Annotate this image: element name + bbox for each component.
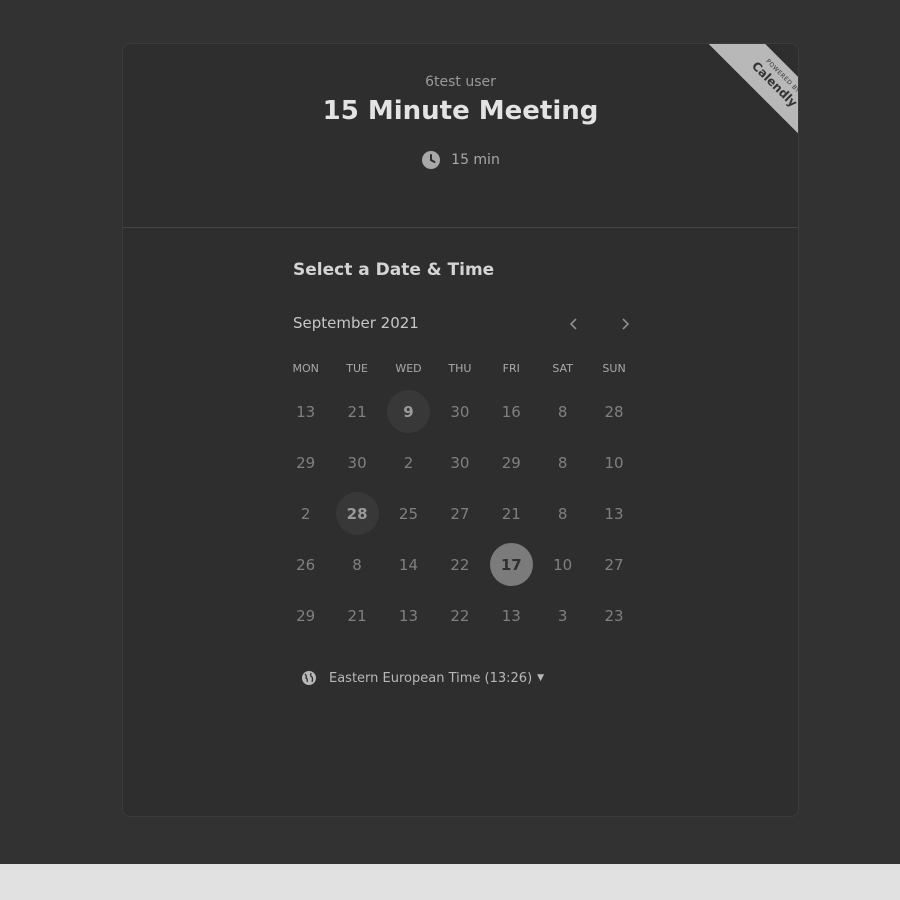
chevron-left-icon: [569, 318, 577, 330]
day-cell: 14: [383, 539, 434, 590]
day-cell: 21: [486, 488, 537, 539]
day-number: 28: [604, 402, 624, 421]
event-owner: 6test user: [425, 74, 496, 90]
event-title: 15 Minute Meeting: [322, 96, 599, 126]
prev-month-button[interactable]: [562, 312, 586, 336]
caret-down-icon: ▼: [537, 673, 545, 683]
day-number: 8: [557, 504, 568, 523]
day-number: 8: [557, 453, 568, 472]
weekday-label: WED: [395, 362, 422, 375]
event-header: 6test user 15 Minute Meeting 15 min: [123, 44, 798, 227]
weekday-label: SUN: [602, 362, 626, 375]
day-number: 13: [501, 606, 521, 625]
day-cell: 29: [280, 590, 331, 641]
day-cell: 8: [537, 488, 588, 539]
scheduling-card: POWERED BY Calendly 6test user 15 Minute…: [122, 43, 799, 817]
day-cell-available[interactable]: 28: [331, 488, 382, 539]
day-number: 2: [403, 453, 414, 472]
day-number: 27: [450, 504, 470, 523]
duration-label: 15 min: [451, 152, 500, 168]
day-cell: 13: [486, 590, 537, 641]
day-number: 22: [450, 555, 470, 574]
chevron-right-icon: [622, 318, 630, 330]
day-cell: 13: [383, 590, 434, 641]
timezone-selector[interactable]: Eastern European Time (13:26) ▼: [301, 670, 544, 686]
day-cell: 8: [537, 437, 588, 488]
day-cell: 16: [486, 386, 537, 437]
day-number: 26: [296, 555, 316, 574]
timezone-label: Eastern European Time (13:26): [329, 670, 533, 686]
day-number: 30: [450, 402, 470, 421]
calendar-grid: 13 21 9 30 16 8 28 29 30 2 30 29 8 10 2 28 25 27 21 8 13 26 8 1…: [280, 386, 640, 641]
day-cell: 2: [280, 488, 331, 539]
day-cell: 22: [434, 539, 485, 590]
section-title: Select a Date & Time: [293, 260, 495, 280]
day-cell-available[interactable]: 9: [383, 386, 434, 437]
event-duration: 15 min: [123, 150, 798, 170]
weekday-label: FRI: [502, 362, 520, 375]
day-cell: 30: [434, 386, 485, 437]
day-number: 22: [450, 606, 470, 625]
globe-icon: [302, 671, 316, 685]
day-number: 25: [398, 504, 419, 523]
day-cell: 8: [537, 386, 588, 437]
day-number: 27: [604, 555, 624, 574]
day-cell: 21: [331, 590, 382, 641]
day-number: 9: [386, 390, 430, 433]
day-cell: 13: [280, 386, 331, 437]
day-number: 13: [398, 606, 419, 625]
day-cell: 30: [434, 437, 485, 488]
day-number: 29: [296, 453, 316, 472]
day-number: 8: [352, 555, 362, 574]
day-cell: 25: [383, 488, 434, 539]
day-number: 21: [347, 402, 367, 421]
day-cell-selected[interactable]: 17: [486, 539, 537, 590]
next-month-button[interactable]: [613, 312, 637, 336]
day-cell: 3: [537, 590, 588, 641]
day-cell: 8: [331, 539, 382, 590]
day-number: 17: [489, 543, 533, 586]
day-number: 21: [347, 606, 367, 625]
day-number: 13: [296, 402, 316, 421]
day-cell: 2: [383, 437, 434, 488]
day-cell: 21: [331, 386, 382, 437]
weekday-header: MON TUE WED THU FRI SAT SUN: [280, 362, 640, 375]
month-label: September 2021: [293, 314, 419, 332]
day-number: 13: [604, 504, 624, 523]
day-cell: 27: [588, 539, 639, 590]
day-number: 28: [335, 492, 379, 535]
weekday-label: TUE: [346, 362, 368, 375]
day-number: 2: [300, 504, 311, 523]
header-divider: [123, 227, 798, 228]
day-cell: 27: [434, 488, 485, 539]
day-number: 16: [501, 402, 521, 421]
clock-icon: [422, 151, 441, 169]
day-cell: 29: [486, 437, 537, 488]
day-number: 14: [398, 555, 419, 574]
day-number: 29: [296, 606, 316, 625]
day-number: 3: [557, 606, 568, 625]
day-cell: 13: [588, 488, 639, 539]
day-cell: 30: [331, 437, 382, 488]
day-cell: 10: [588, 437, 639, 488]
day-number: 10: [553, 555, 573, 574]
day-cell: 22: [434, 590, 485, 641]
day-number: 29: [501, 453, 521, 472]
day-cell: 26: [280, 539, 331, 590]
day-number: 10: [604, 453, 624, 472]
day-cell: 23: [588, 590, 639, 641]
day-cell: 10: [537, 539, 588, 590]
day-number: 30: [347, 453, 367, 472]
day-number: 23: [604, 606, 624, 625]
day-number: 30: [450, 453, 470, 472]
day-number: 8: [557, 402, 568, 421]
weekday-label: MON: [292, 362, 319, 375]
day-cell: 29: [280, 437, 331, 488]
weekday-label: SAT: [552, 362, 573, 375]
day-cell: 28: [588, 386, 639, 437]
weekday-label: THU: [448, 362, 472, 375]
day-number: 21: [501, 504, 521, 523]
